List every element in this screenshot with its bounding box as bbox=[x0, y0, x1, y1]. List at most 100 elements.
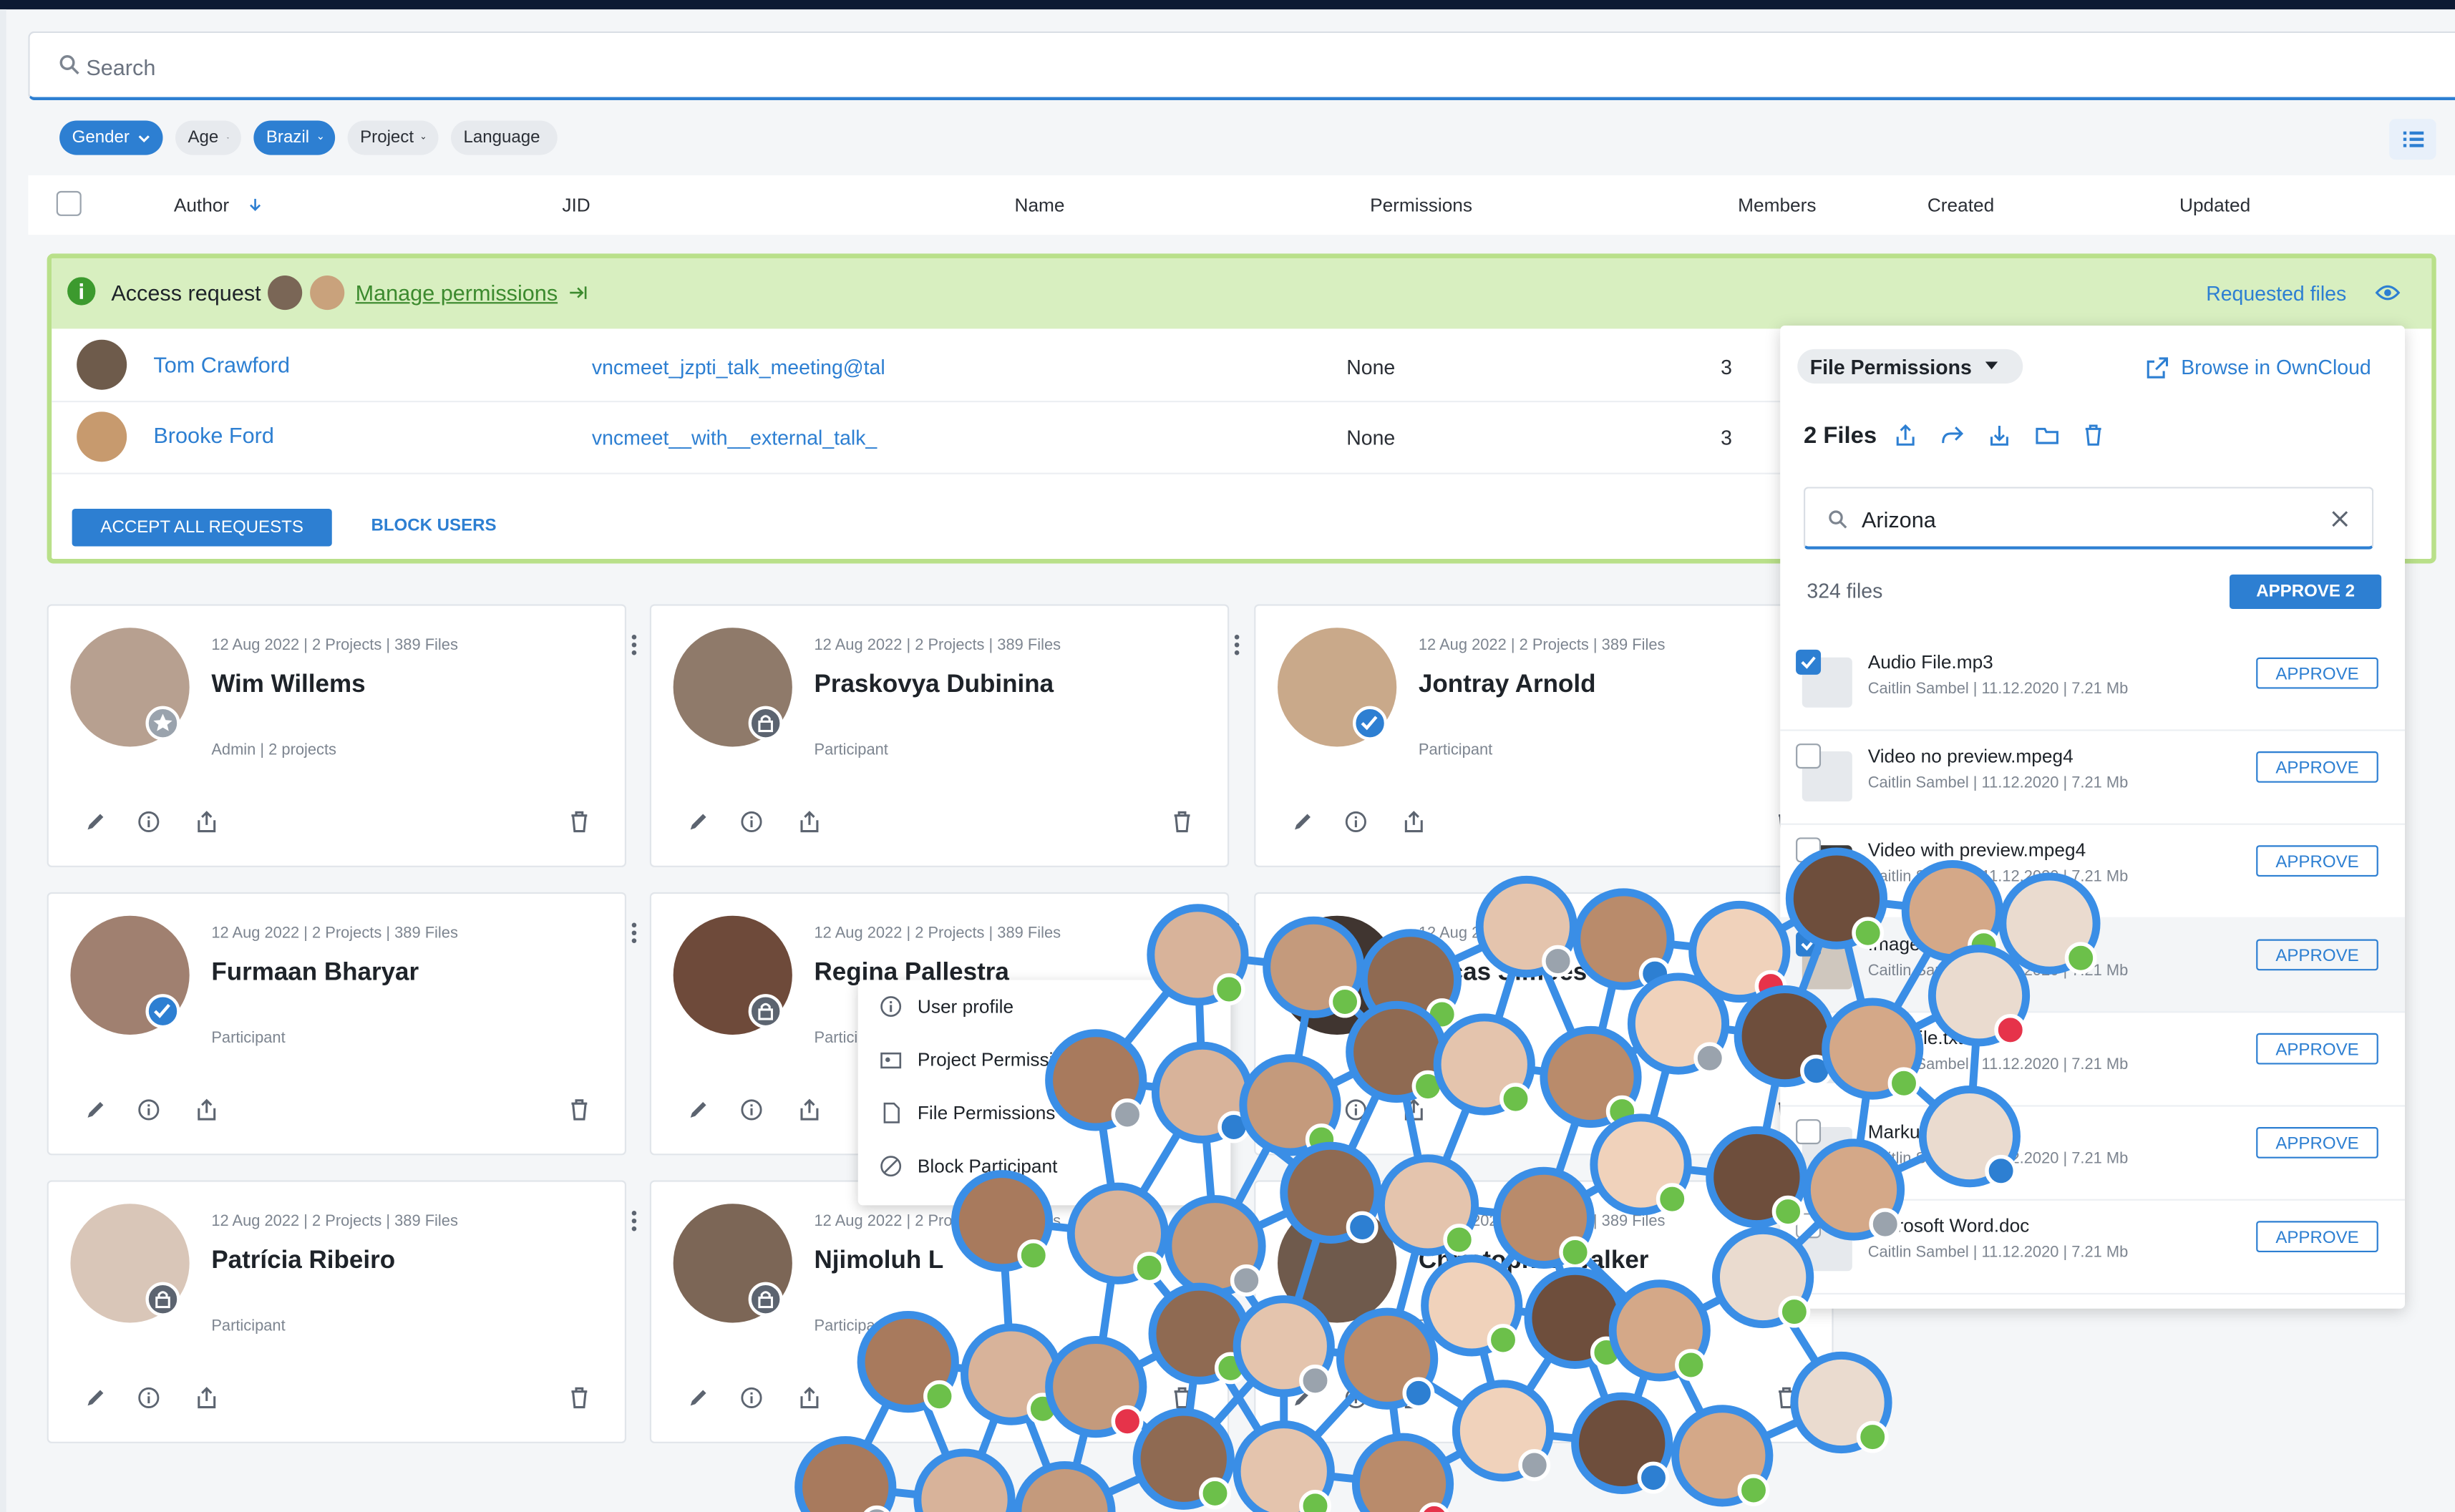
edit-icon[interactable] bbox=[83, 1385, 108, 1410]
list-view-button[interactable] bbox=[2389, 119, 2436, 160]
edit-icon[interactable] bbox=[1290, 1097, 1316, 1122]
delete-icon[interactable] bbox=[1170, 1385, 1195, 1410]
share-icon[interactable] bbox=[1401, 1385, 1426, 1410]
external-link-icon[interactable] bbox=[2147, 357, 2169, 379]
sort-down-icon[interactable] bbox=[249, 197, 262, 212]
browse-owncloud-link[interactable]: Browse in OwnCloud bbox=[2181, 356, 2371, 379]
approve-button[interactable]: APPROVE bbox=[2256, 1033, 2378, 1065]
approve-selected-button[interactable]: APPROVE 2 bbox=[2230, 575, 2381, 609]
menu-item-block-participant[interactable]: Block Participant bbox=[880, 1155, 1057, 1177]
file-checkbox[interactable] bbox=[1796, 837, 1821, 862]
file-checkbox[interactable] bbox=[1796, 1025, 1821, 1050]
share-icon[interactable] bbox=[194, 1097, 219, 1122]
edit-icon[interactable] bbox=[83, 809, 108, 834]
edit-icon[interactable] bbox=[686, 809, 711, 834]
select-all-checkbox[interactable] bbox=[57, 191, 82, 216]
column-name[interactable]: Name bbox=[1015, 194, 1065, 216]
file-checkbox[interactable] bbox=[1796, 650, 1821, 675]
user-card[interactable]: 12 Aug 2022 | 2 Projects | 389 FilesChri… bbox=[1254, 1180, 1833, 1443]
menu-item-project-permissions[interactable]: Project Permissions bbox=[880, 1049, 1083, 1071]
share-icon[interactable] bbox=[797, 1385, 822, 1410]
file-row[interactable]: Audio File.mp3Caitlin Sambel | 11.12.202… bbox=[1780, 635, 2405, 731]
column-jid[interactable]: JID bbox=[562, 194, 590, 216]
requested-files-link[interactable]: Requested files bbox=[2206, 282, 2346, 306]
info-icon[interactable] bbox=[739, 1385, 764, 1410]
column-created[interactable]: Created bbox=[1927, 194, 1994, 216]
share-icon[interactable] bbox=[797, 809, 822, 834]
more-options-icon[interactable] bbox=[631, 634, 638, 656]
approve-button[interactable]: APPROVE bbox=[2256, 658, 2378, 689]
info-icon[interactable] bbox=[739, 1097, 764, 1122]
info-icon[interactable] bbox=[1343, 1385, 1369, 1410]
filter-language[interactable]: Language bbox=[451, 120, 558, 155]
manage-permissions-link[interactable]: Manage permissions bbox=[356, 281, 558, 306]
share-icon[interactable] bbox=[194, 1385, 219, 1410]
more-options-icon[interactable] bbox=[1234, 634, 1240, 656]
request-jid[interactable]: vncmeet_jzpti_talk_meeting@tal bbox=[592, 356, 885, 379]
info-icon[interactable] bbox=[136, 1385, 161, 1410]
search-bar[interactable]: Search bbox=[28, 31, 2455, 100]
info-icon[interactable] bbox=[1343, 809, 1369, 834]
file-row[interactable]: Text File.txtCaitlin Sambel | 11.12.2020… bbox=[1780, 1011, 2405, 1106]
share-icon[interactable] bbox=[1401, 1097, 1426, 1122]
delete-icon[interactable] bbox=[567, 809, 592, 834]
info-icon[interactable] bbox=[136, 809, 161, 834]
column-author[interactable]: Author bbox=[174, 194, 229, 216]
edit-icon[interactable] bbox=[1290, 809, 1316, 834]
block-users-button[interactable]: BLOCK USERS bbox=[371, 517, 496, 535]
info-icon[interactable] bbox=[739, 809, 764, 834]
request-jid[interactable]: vncmeet__with__external_talk_ bbox=[592, 426, 877, 449]
file-checkbox[interactable] bbox=[1796, 743, 1821, 769]
more-options-icon[interactable] bbox=[631, 922, 638, 944]
share-icon[interactable] bbox=[1401, 809, 1426, 834]
filter-gender[interactable]: Gender bbox=[59, 120, 162, 155]
request-user-name[interactable]: Brooke Ford bbox=[153, 423, 274, 448]
user-card[interactable]: 12 Aug 2022 | 2 Projects | 389 FilesWim … bbox=[47, 604, 626, 867]
menu-item-file-permissions[interactable]: File Permissions bbox=[880, 1102, 1055, 1124]
delete-icon[interactable] bbox=[567, 1385, 592, 1410]
info-icon[interactable] bbox=[136, 1097, 161, 1122]
file-search-input[interactable]: Arizona bbox=[1862, 507, 1936, 532]
filter-brazil[interactable]: Brazil bbox=[253, 120, 335, 155]
close-icon[interactable] bbox=[2331, 510, 2348, 527]
user-card[interactable]: 12 Aug 2022 | 2 Projects | 389 FilesFurm… bbox=[47, 892, 626, 1156]
request-user-name[interactable]: Tom Crawford bbox=[153, 352, 290, 377]
file-checkbox[interactable] bbox=[1796, 1119, 1821, 1144]
delete-icon[interactable] bbox=[1774, 1385, 1799, 1410]
column-permissions[interactable]: Permissions bbox=[1370, 194, 1472, 216]
file-row[interactable]: Video with preview.mpeg4Caitlin Sambel |… bbox=[1780, 824, 2405, 919]
delete-icon[interactable] bbox=[2082, 424, 2104, 447]
info-icon[interactable] bbox=[1343, 1097, 1369, 1122]
edit-icon[interactable] bbox=[83, 1097, 108, 1122]
accept-all-requests-button[interactable]: ACCEPT ALL REQUESTS bbox=[72, 509, 332, 547]
edit-icon[interactable] bbox=[686, 1097, 711, 1122]
edit-icon[interactable] bbox=[1290, 1385, 1316, 1410]
file-checkbox[interactable] bbox=[1796, 1213, 1821, 1238]
file-row[interactable]: Image.pngCaitlin Sambel | 11.12.2020 | 7… bbox=[1780, 917, 2405, 1013]
download-icon[interactable] bbox=[1988, 424, 2011, 447]
column-updated[interactable]: Updated bbox=[2179, 194, 2250, 216]
menu-item-user-profile[interactable]: User profile bbox=[880, 995, 1013, 1018]
search-input[interactable]: Search bbox=[86, 55, 155, 80]
more-options-icon[interactable] bbox=[631, 1210, 638, 1232]
file-search-field[interactable]: Arizona bbox=[1804, 487, 2373, 550]
edit-icon[interactable] bbox=[686, 1385, 711, 1410]
share-icon[interactable] bbox=[797, 1097, 822, 1122]
approve-button[interactable]: APPROVE bbox=[2256, 1127, 2378, 1159]
approve-button[interactable]: APPROVE bbox=[2256, 1221, 2378, 1252]
folder-icon[interactable] bbox=[2036, 424, 2059, 447]
user-card[interactable]: 12 Aug 2022 | 2 Projects | 389 FilesNjim… bbox=[650, 1180, 1229, 1443]
file-checkbox[interactable] bbox=[1796, 932, 1821, 957]
more-options-icon[interactable] bbox=[1234, 1210, 1240, 1232]
user-card[interactable]: 12 Aug 2022 | 2 Projects | 389 FilesLuca… bbox=[1254, 892, 1833, 1156]
approve-button[interactable]: APPROVE bbox=[2256, 751, 2378, 783]
user-card[interactable]: 12 Aug 2022 | 2 Projects | 389 FilesPras… bbox=[650, 604, 1229, 867]
eye-icon[interactable] bbox=[2375, 283, 2400, 302]
user-card[interactable]: 12 Aug 2022 | 2 Projects | 389 FilesPatr… bbox=[47, 1180, 626, 1443]
share-icon[interactable] bbox=[194, 809, 219, 834]
upload-icon[interactable] bbox=[1895, 424, 1917, 447]
more-options-icon[interactable] bbox=[1234, 922, 1240, 944]
filter-project[interactable]: Project bbox=[348, 120, 439, 155]
file-permissions-dropdown[interactable]: File Permissions bbox=[1797, 349, 2023, 384]
user-card[interactable]: 12 Aug 2022 | 2 Projects | 389 FilesJont… bbox=[1254, 604, 1833, 867]
